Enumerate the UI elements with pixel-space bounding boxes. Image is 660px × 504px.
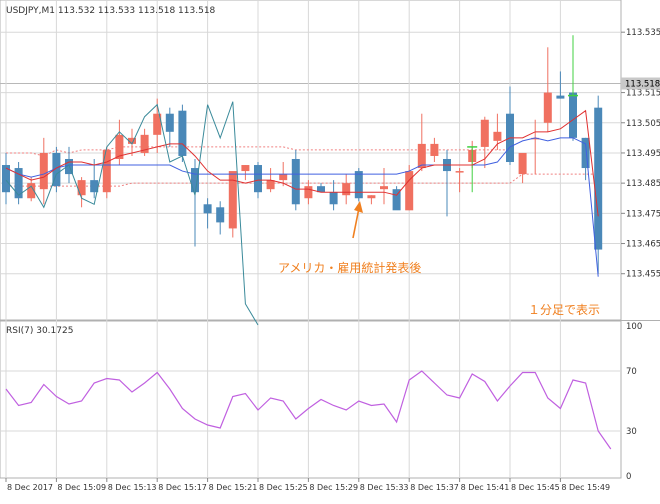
candle xyxy=(14,162,23,205)
candle-body xyxy=(241,165,250,172)
rsi-panel-frame xyxy=(0,320,622,479)
candle-body xyxy=(304,186,313,199)
candle-body xyxy=(39,152,48,190)
rsi-tick-label: 70 xyxy=(626,367,637,377)
candle-body xyxy=(417,143,426,169)
candle-body xyxy=(203,204,212,214)
candle-body xyxy=(430,143,439,156)
price-tick-label: 113.505 xyxy=(626,119,660,129)
time-tick-label: 8 Dec 15:45 xyxy=(511,483,560,492)
time-tick-label: 8 Dec 15:41 xyxy=(461,483,510,492)
time-tick-label: 8 Dec 15:09 xyxy=(57,483,106,492)
rsi-label: RSI(7) 30.1725 xyxy=(6,326,73,336)
candle xyxy=(342,174,351,205)
chart-title: USDJPY,M1 113.532 113.533 113.518 113.51… xyxy=(6,6,216,16)
price-tick-label: 113.455 xyxy=(626,270,660,280)
price-tick-label: 113.485 xyxy=(626,179,660,189)
time-tick-label: 8 Dec 15:21 xyxy=(209,483,258,492)
candle-body xyxy=(455,171,464,173)
signal-mark xyxy=(568,35,578,97)
candle xyxy=(27,177,36,202)
candle xyxy=(317,183,325,193)
chart-window: 113.535 113.515 113.505 113.495 113.485 113.4… xyxy=(0,0,660,500)
candle xyxy=(178,104,187,163)
candle-body xyxy=(367,195,376,199)
price-tick-label: 113.475 xyxy=(626,209,660,219)
time-tick-label: 8 Dec 15:49 xyxy=(561,483,610,492)
candle xyxy=(354,168,363,202)
candle xyxy=(140,128,149,156)
candle-body xyxy=(178,110,187,156)
candle xyxy=(115,119,124,166)
candle-body xyxy=(480,119,489,147)
event-arrow-icon xyxy=(352,201,363,239)
candle-body xyxy=(279,174,288,181)
candle-body xyxy=(165,113,174,132)
candle xyxy=(2,152,10,205)
rsi-tick-label: 100 xyxy=(626,322,642,332)
timeframe-annotation: １分足で表示 xyxy=(528,303,600,317)
candle-body xyxy=(594,107,603,250)
candle-body xyxy=(556,95,565,99)
candle xyxy=(506,86,514,166)
candle-layer xyxy=(2,35,603,274)
event-annotation: アメリカ・雇用統計発表後 xyxy=(278,260,421,275)
candle-body xyxy=(354,171,363,199)
rsi-tick-label: 0 xyxy=(626,472,631,482)
time-tick-label: 8 Dec 15:17 xyxy=(158,483,207,492)
candle-body xyxy=(493,131,502,141)
candle xyxy=(241,165,250,181)
candle-body xyxy=(77,180,86,196)
time-tick-label: 8 Dec 15:25 xyxy=(259,483,308,492)
candle xyxy=(329,180,338,211)
candle xyxy=(380,168,388,205)
candle xyxy=(165,107,174,147)
candle xyxy=(291,149,300,211)
candle xyxy=(102,146,111,199)
candle-body xyxy=(102,149,111,193)
candle-body xyxy=(543,92,552,123)
candle xyxy=(556,71,565,99)
candle xyxy=(216,201,225,235)
candle-body xyxy=(266,180,275,190)
candle xyxy=(531,119,540,175)
candle-body xyxy=(216,207,225,223)
time-tick-label: 8 Dec 2017 xyxy=(7,483,53,492)
time-tick-label: 8 Dec 15:33 xyxy=(360,483,409,492)
candle-body xyxy=(518,152,527,175)
price-tick-label: 113.535 xyxy=(626,28,660,38)
candle-body xyxy=(329,192,338,205)
rsi-tick-label: 30 xyxy=(626,427,637,437)
price-tick-label: 113.515 xyxy=(626,89,660,99)
candle xyxy=(543,47,552,132)
candle-body xyxy=(291,158,300,205)
price-tick-label: 113.495 xyxy=(626,149,660,159)
time-tick-label: 8 Dec 15:37 xyxy=(410,483,459,492)
candle-body xyxy=(380,186,388,190)
time-tick-label: 8 Dec 15:29 xyxy=(309,483,358,492)
time-tick-label: 8 Dec 15:13 xyxy=(108,483,157,492)
current-price-label: 113.518 xyxy=(625,80,660,90)
candle xyxy=(455,168,464,193)
candle-body xyxy=(342,183,351,196)
candle xyxy=(304,180,313,205)
candle xyxy=(518,152,527,184)
candle xyxy=(430,137,439,163)
price-chart-svg[interactable]: 113.535 113.515 113.505 113.495 113.485 113.4… xyxy=(0,0,660,500)
candle xyxy=(39,137,48,205)
candle xyxy=(367,195,376,205)
candle-body xyxy=(254,165,262,193)
candle xyxy=(392,186,401,211)
price-tick-label: 113.465 xyxy=(626,240,660,250)
candle-body xyxy=(569,92,577,138)
